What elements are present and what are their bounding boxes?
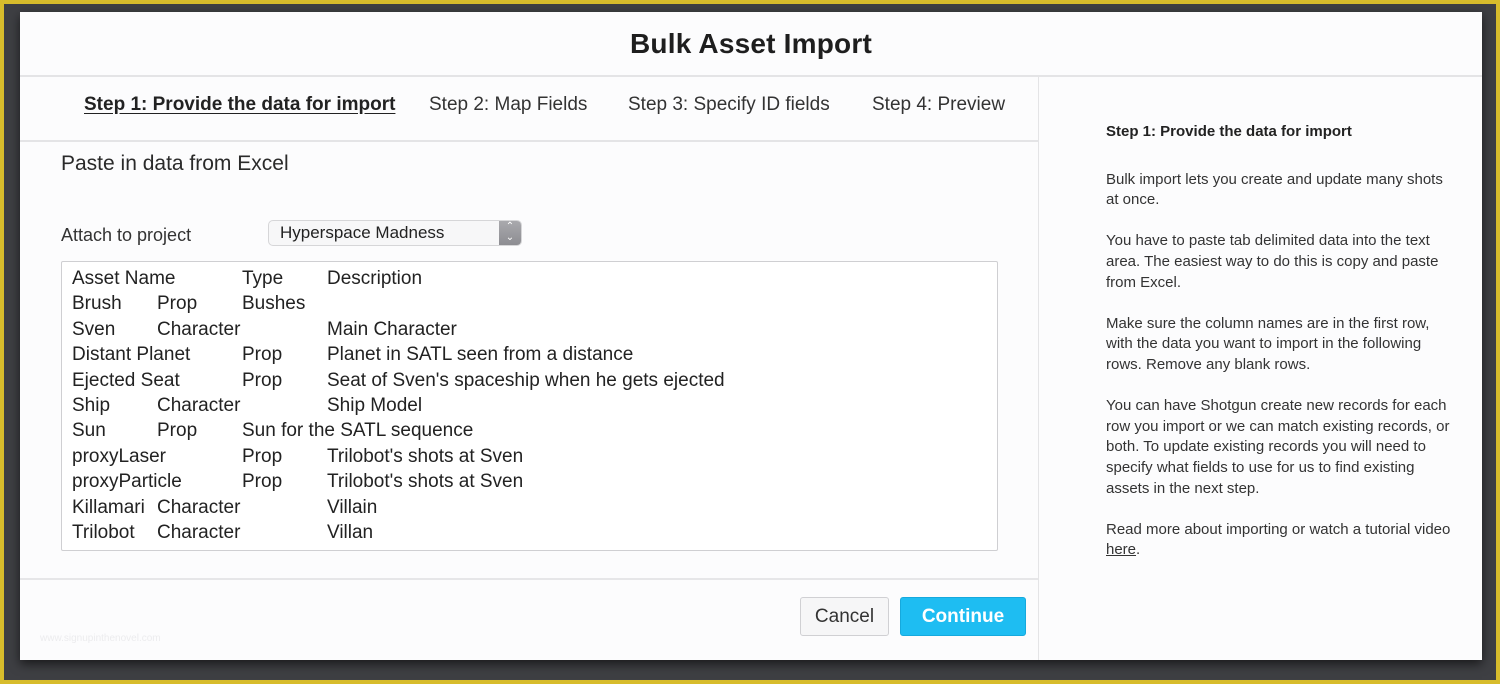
pasted-data-cell: Character: [157, 318, 241, 340]
watermark-text: www.signupinthenovel.com: [40, 633, 161, 644]
pasted-data-cell: Seat of Sven's spaceship when he gets ej…: [327, 369, 725, 391]
pasted-data-cell: Sun: [72, 420, 106, 442]
pasted-data-cell: Trilobot: [72, 522, 135, 544]
pasted-data-cell: proxyParticle: [72, 471, 182, 493]
pasted-data-cell: Main Character: [327, 318, 457, 340]
pasted-data-cell: Description: [327, 268, 423, 289]
pasted-data-row: Ship Character Ship Model: [72, 393, 987, 418]
help-read-more: Read more about importing or watch a tut…: [1106, 520, 1456, 561]
pasted-data-cell: Prop: [157, 293, 198, 315]
pasted-data-row: Brush Prop Bushes: [72, 291, 987, 316]
pasted-data-row: Sun Prop Sun for the SATL sequence: [72, 418, 987, 443]
continue-button[interactable]: Continue: [900, 597, 1026, 636]
pasted-data-cell: Killamari: [72, 496, 145, 518]
pasted-data-row: Killamari Character Villain: [72, 495, 987, 520]
pasted-data-row: Asset Name Type Description: [72, 266, 987, 291]
pasted-data-cell: Prop: [242, 445, 283, 467]
help-paragraph: You can have Shotgun create new records …: [1106, 397, 1450, 497]
pasted-data-cell: Character: [157, 496, 241, 518]
pasted-data-cell: Sun for the SATL sequence: [242, 420, 474, 442]
step-navigation: Step 1: Provide the data for import Step…: [20, 77, 1038, 142]
read-more-suffix: .: [1136, 541, 1141, 559]
pasted-data-cell: Prop: [242, 471, 283, 493]
pasted-data-row: Trilobot Character Villan: [72, 520, 987, 545]
footer-divider: [20, 578, 1038, 580]
step-tab-provide-data[interactable]: Step 1: Provide the data for import: [84, 94, 395, 116]
help-content: Step 1: Provide the data for import Bulk…: [1106, 122, 1456, 581]
attach-project-label: Attach to project: [61, 225, 192, 245]
step-tab-map-fields[interactable]: Step 2: Map Fields: [429, 94, 587, 116]
dialog-title: Bulk Asset Import: [630, 27, 872, 59]
tutorial-link[interactable]: here: [1106, 541, 1136, 558]
pasted-data-cell: Brush: [72, 293, 122, 315]
help-title: Step 1: Provide the data for import: [1106, 123, 1352, 140]
pasted-data-cell: Prop: [242, 369, 283, 391]
read-more-text: Read more about importing or watch a tut…: [1106, 520, 1451, 538]
pasted-data-row: Distant Planet Prop Planet in SATL seen fr…: [72, 342, 987, 367]
project-select[interactable]: Hyperspace Madness ⌃ ⌄: [268, 220, 522, 246]
paste-data-textarea[interactable]: Asset Name Type Description Brush Prop Bushes…: [61, 261, 998, 551]
pasted-data-cell: Villan: [327, 522, 374, 544]
bulk-import-dialog: Bulk Asset Import Step 1: Provide the da…: [20, 12, 1482, 660]
pasted-data-cell: Bushes: [242, 293, 306, 315]
pasted-data-cell: Sven: [72, 318, 116, 340]
section-title: Paste in data from Excel: [61, 152, 289, 175]
pasted-data-row: proxyLaser Prop Trilobot's shots at Sven: [72, 444, 987, 469]
pasted-data-cell: Planet in SATL seen from a distance: [327, 344, 634, 366]
help-paragraph: Make sure the column names are in the fi…: [1106, 314, 1430, 373]
step-tab-specify-id-fields[interactable]: Step 3: Specify ID fields: [628, 94, 830, 116]
pasted-data-cell: Ship Model: [327, 395, 423, 417]
pasted-data-cell: Character: [157, 522, 241, 544]
help-panel: Step 1: Provide the data for import Bulk…: [1038, 77, 1483, 660]
pasted-data-cell: Trilobot's shots at Sven: [327, 471, 524, 493]
pasted-data-cell: Prop: [242, 344, 283, 366]
project-select-value: Hyperspace Madness: [280, 223, 445, 242]
pasted-data-cell: Ejected Seat: [72, 369, 180, 391]
updown-chevron-icon: ⌃ ⌄: [499, 221, 521, 245]
pasted-data-cell: Type: [242, 268, 284, 289]
pasted-data-cell: Villain: [327, 496, 378, 518]
pasted-data-row: proxyParticle Prop Trilobot's shots at Sve…: [72, 469, 987, 494]
pasted-data-cell: Character: [157, 395, 241, 417]
pasted-data-cell: Asset Name: [72, 268, 176, 289]
dialog-header: Bulk Asset Import: [20, 12, 1482, 77]
main-panel: Step 1: Provide the data for import Step…: [20, 77, 1038, 660]
pasted-data-cell: Trilobot's shots at Sven: [327, 445, 524, 467]
help-paragraph: Bulk import lets you create and update m…: [1106, 170, 1443, 209]
pasted-data-cell: Distant Planet: [72, 344, 191, 366]
cancel-button[interactable]: Cancel: [800, 597, 889, 636]
pasted-data-cell: Prop: [157, 420, 198, 442]
step-tab-preview[interactable]: Step 4: Preview: [872, 94, 1005, 116]
pasted-data-row: Sven Character Main Character: [72, 317, 987, 342]
pasted-data-row: Ejected Seat Prop Seat of Sven's spaceship…: [72, 368, 987, 393]
help-paragraph: You have to paste tab delimited data int…: [1106, 232, 1439, 291]
pasted-data-cell: proxyLaser: [72, 445, 166, 467]
pasted-data-cell: Ship: [72, 395, 111, 417]
